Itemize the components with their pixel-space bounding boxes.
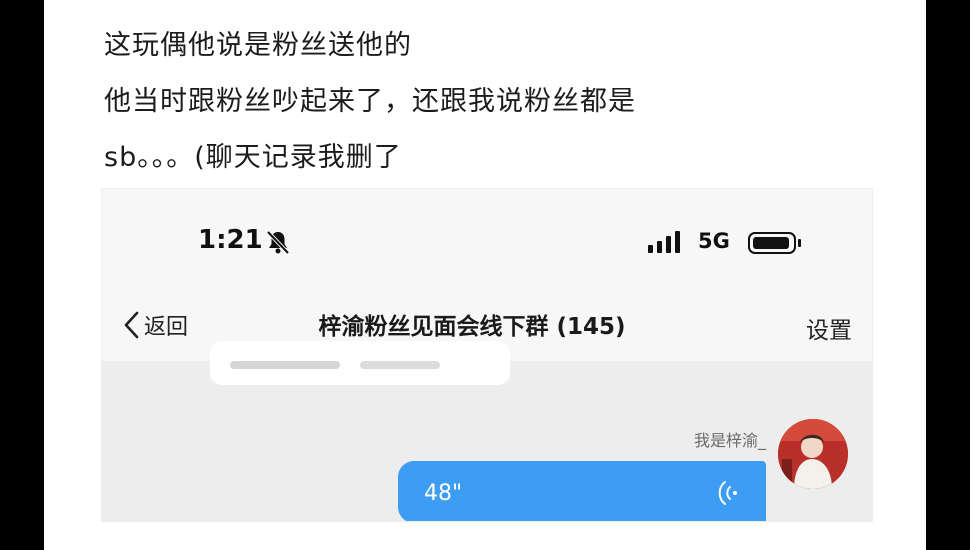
battery-icon — [748, 232, 801, 254]
avatar[interactable] — [778, 419, 848, 489]
status-bar: 1:21 5G — [102, 189, 872, 289]
chat-area[interactable]: 我是梓渝_ 48" — [102, 341, 872, 521]
post-page: 这玩偶他说是粉丝送他的 他当时跟粉丝吵起来了，还跟我说粉丝都是 sb。。。(聊天… — [44, 0, 926, 550]
sender-name: 我是梓渝_ — [693, 431, 766, 450]
post-line: 这玩偶他说是粉丝送他的 — [104, 30, 412, 61]
post-line: 他当时跟粉丝吵起来了，还跟我说粉丝都是 — [104, 86, 636, 117]
chat-screenshot: 1:21 5G 返回 梓渝粉丝见面会线下群 (145) 设置 我是梓渝_ 48" — [101, 188, 873, 522]
settings-button[interactable]: 设置 — [806, 311, 852, 345]
back-label: 返回 — [144, 315, 189, 340]
avatar-image — [778, 419, 848, 489]
voice-wave-icon — [718, 481, 737, 505]
post-text: 这玩偶他说是粉丝送他的 他当时跟粉丝吵起来了，还跟我说粉丝都是 sb。。。(聊天… — [104, 18, 864, 186]
voice-duration: 48" — [424, 481, 463, 506]
bell-slash-icon — [266, 230, 290, 255]
blurred-text — [360, 361, 440, 369]
blurred-text — [230, 361, 340, 369]
post-line: sb。。。(聊天记录我删了 — [104, 142, 402, 173]
back-button[interactable]: 返回 — [122, 307, 188, 343]
voice-message-bubble[interactable]: 48" — [398, 461, 766, 521]
signal-bars-icon — [648, 231, 680, 253]
group-title: 梓渝粉丝见面会线下群 (145) — [318, 314, 626, 340]
status-time: 1:21 — [198, 225, 263, 255]
network-type: 5G — [698, 229, 730, 253]
chevron-left-icon — [124, 311, 139, 339]
previous-message-bubble — [210, 341, 510, 385]
